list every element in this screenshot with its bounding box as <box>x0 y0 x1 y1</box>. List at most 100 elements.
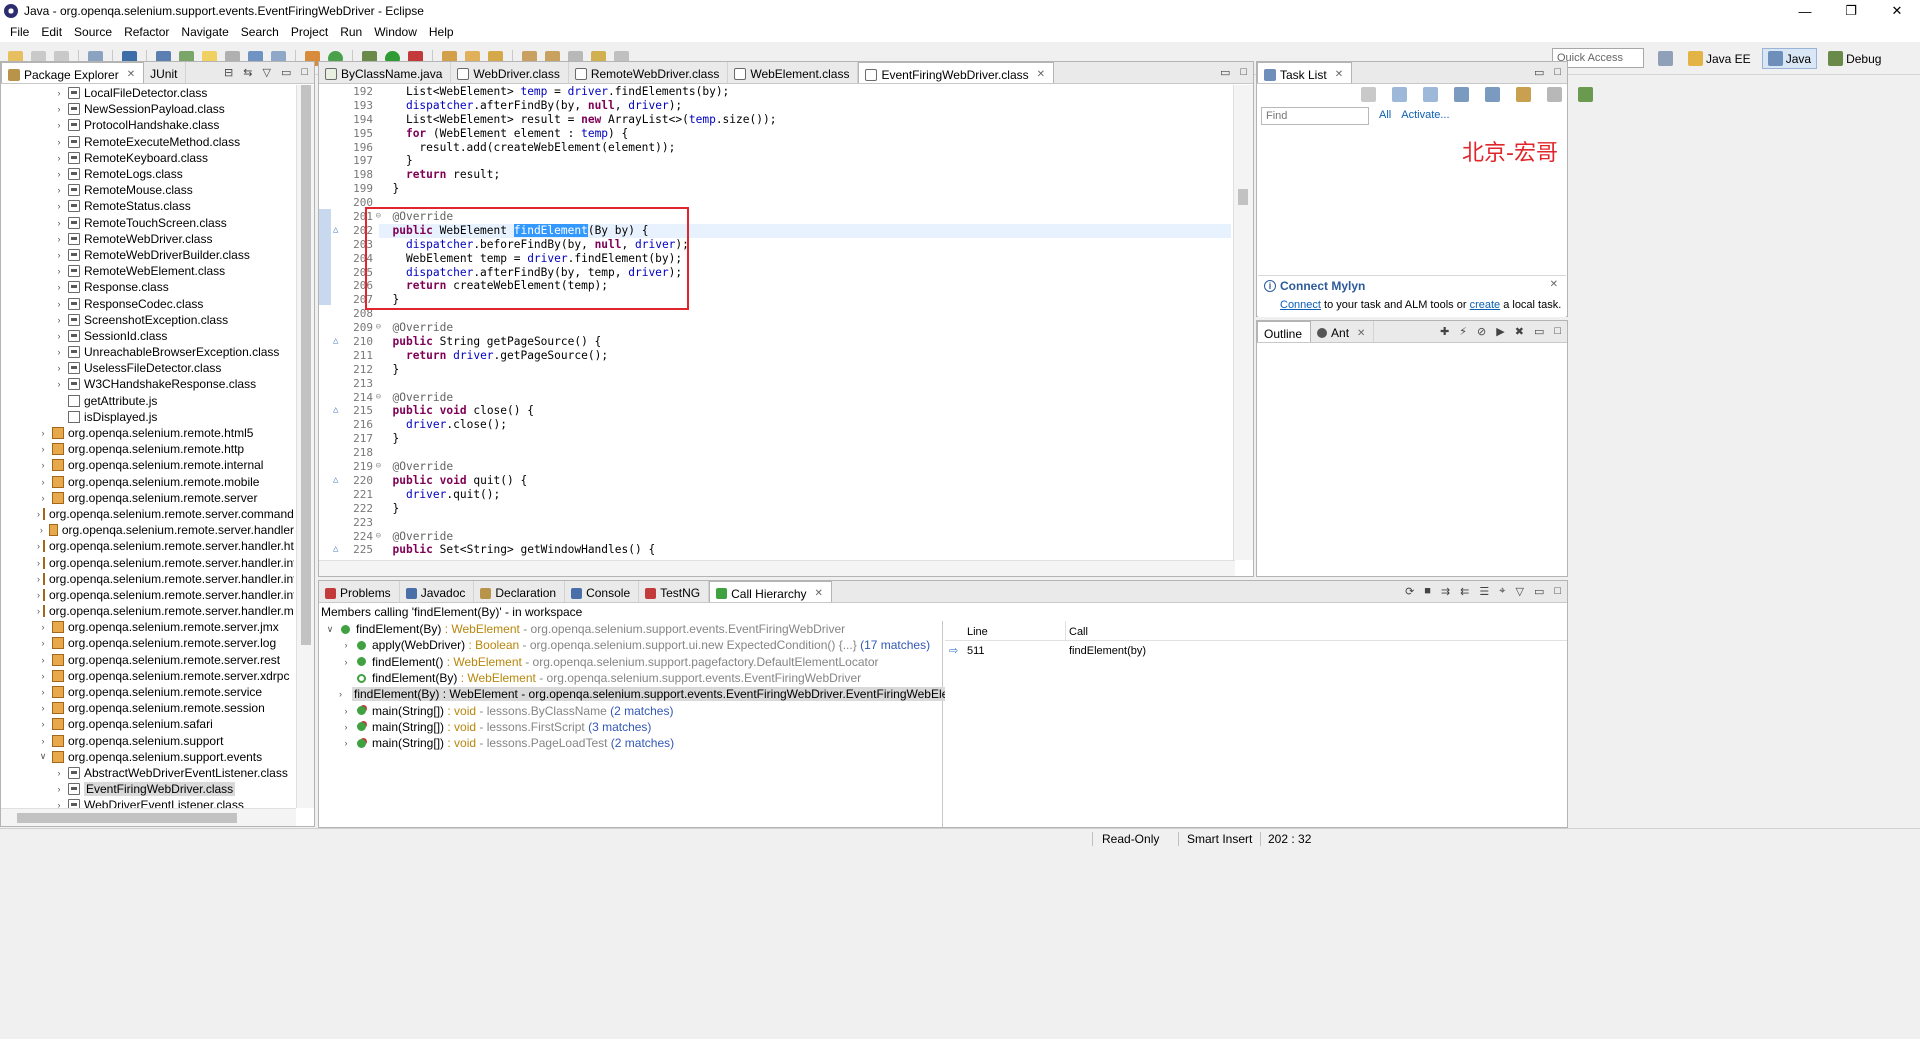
close-icon[interactable]: ✕ <box>1550 279 1558 290</box>
chevron-right-icon[interactable]: › <box>53 169 65 179</box>
code-line[interactable]: result.add(createWebElement(element)); <box>379 141 1231 155</box>
chevron-right-icon[interactable]: › <box>37 493 49 503</box>
editor-tab[interactable]: WebElement.class <box>728 62 859 83</box>
menu-window[interactable]: Window <box>368 25 423 39</box>
editor-scrollbar[interactable] <box>1233 85 1253 560</box>
code-line[interactable]: List<WebElement> temp = driver.findEleme… <box>379 85 1231 99</box>
chevron-right-icon[interactable]: › <box>53 104 65 114</box>
tree-item[interactable]: › org.openqa.selenium.remote.html5 <box>1 425 294 441</box>
editor-tab[interactable]: WebDriver.class <box>451 62 569 83</box>
code-line[interactable]: driver.quit(); <box>379 488 1231 502</box>
add-buildfile-icon[interactable]: ✚ <box>1440 325 1449 338</box>
code-line[interactable]: public WebElement findElement(By by) { <box>379 223 1231 238</box>
menu-run[interactable]: Run <box>334 25 368 39</box>
tree-item[interactable]: › RemoteStatus.class <box>1 198 294 214</box>
bottom-tab[interactable]: Problems <box>319 581 400 602</box>
maximize-view-icon[interactable]: □ <box>1554 585 1561 598</box>
code-line[interactable]: dispatcher.afterFindBy(by, temp, driver)… <box>379 266 1231 280</box>
chevron-right-icon[interactable]: › <box>53 363 65 373</box>
tree-item[interactable]: › org.openqa.selenium.remote.server.xdrpc <box>1 668 294 684</box>
menu-help[interactable]: Help <box>423 25 460 39</box>
tree-item[interactable]: › org.openqa.selenium.remote.server.comma… <box>1 506 294 522</box>
minimize-button[interactable]: — <box>1782 0 1828 22</box>
chevron-right-icon[interactable]: › <box>37 736 49 746</box>
chevron-right-icon[interactable]: › <box>37 558 40 568</box>
line-value[interactable]: 511 <box>967 645 985 657</box>
menu-search[interactable]: Search <box>235 25 285 39</box>
perspective-java[interactable]: Java <box>1761 48 1818 69</box>
tree-item[interactable]: › RemoteLogs.class <box>1 166 294 182</box>
task-find-input[interactable]: Find <box>1261 107 1369 125</box>
code-line[interactable] <box>379 196 1231 210</box>
chevron-right-icon[interactable]: › <box>339 706 353 716</box>
chevron-right-icon[interactable]: › <box>53 331 65 341</box>
code-line[interactable] <box>379 446 1231 460</box>
tab-ant[interactable]: Ant ✕ <box>1311 321 1375 342</box>
tree-item[interactable]: › RemoteKeyboard.class <box>1 150 294 166</box>
code-line[interactable]: dispatcher.afterFindBy(by, null, driver)… <box>379 99 1231 113</box>
code-line[interactable]: @Override <box>379 210 1231 224</box>
chevron-right-icon[interactable]: › <box>37 671 49 681</box>
tree-item[interactable]: › RemoteTouchScreen.class <box>1 215 294 231</box>
chevron-right-icon[interactable]: › <box>53 137 65 147</box>
tree-item[interactable]: › UselessFileDetector.class <box>1 360 294 376</box>
chevron-right-icon[interactable]: › <box>37 687 49 697</box>
call-hierarchy-row[interactable]: › main(String[]) : void - lessons.FirstSc… <box>319 719 942 735</box>
tree-item[interactable]: › org.openqa.selenium.remote.internal <box>1 457 294 473</box>
editor-hscrollbar[interactable] <box>319 560 1235 576</box>
bottom-tab[interactable]: TestNG <box>639 581 710 602</box>
menu-edit[interactable]: Edit <box>35 25 68 39</box>
code-line[interactable]: List<WebElement> result = new ArrayList<… <box>379 113 1231 127</box>
code-editor[interactable]: List<WebElement> temp = driver.findEleme… <box>379 85 1231 560</box>
maximize-button[interactable]: ❐ <box>1828 0 1874 22</box>
collapse-icon[interactable] <box>1547 87 1562 102</box>
call-hierarchy-row[interactable]: › findElement(By) : WebElement - org.open… <box>319 686 977 702</box>
all-link[interactable]: All <box>1379 109 1391 121</box>
tree-item[interactable]: › LocalFileDetector.class <box>1 85 294 101</box>
callee-hierarchy-icon[interactable]: ⇇ <box>1460 585 1469 598</box>
scheduled-icon[interactable] <box>1423 87 1438 102</box>
tree-item[interactable]: › org.openqa.selenium.remote.server.log <box>1 635 294 651</box>
chevron-down-icon[interactable]: ∨ <box>37 751 49 762</box>
code-line[interactable]: } <box>379 154 1231 168</box>
tree-item[interactable]: › W3CHandshakeResponse.class <box>1 376 294 392</box>
chevron-right-icon[interactable]: › <box>37 541 40 551</box>
package-explorer-hscrollbar[interactable] <box>1 808 296 826</box>
tree-item[interactable]: › org.openqa.selenium.remote.server.handl… <box>1 587 294 603</box>
chevron-right-icon[interactable]: › <box>53 120 65 130</box>
connect-link[interactable]: Connect <box>1280 299 1321 311</box>
call-hierarchy-row[interactable]: › apply(WebDriver) : Boolean - org.openqa… <box>319 637 942 653</box>
chevron-right-icon[interactable]: › <box>53 218 65 228</box>
tree-item[interactable]: › RemoteWebElement.class <box>1 263 294 279</box>
tab-package-explorer[interactable]: Package Explorer ✕ <box>1 62 145 83</box>
minimize-view-icon[interactable]: ▭ <box>1534 585 1544 598</box>
bottom-tab[interactable]: Console <box>565 581 640 602</box>
chevron-right-icon[interactable]: › <box>37 477 49 487</box>
code-line[interactable]: return result; <box>379 168 1231 182</box>
bottom-tab[interactable]: Call Hierarchy ✕ <box>709 581 832 602</box>
menu-file[interactable]: File <box>4 25 35 39</box>
cancel-search-icon[interactable]: ■ <box>1424 585 1431 598</box>
maximize-view-icon[interactable]: □ <box>1240 66 1247 79</box>
tab-task-list[interactable]: Task List ✕ <box>1257 62 1353 83</box>
tab-junit[interactable]: JUnit <box>144 62 187 83</box>
chevron-right-icon[interactable]: › <box>53 201 65 211</box>
call-hierarchy-row[interactable]: › main(String[]) : void - lessons.ByClass… <box>319 702 942 718</box>
chevron-right-icon[interactable]: › <box>53 800 65 808</box>
menu-navigate[interactable]: Navigate <box>175 25 234 39</box>
remove-icon[interactable]: ✖ <box>1515 325 1524 338</box>
refresh-icon[interactable]: ⟳ <box>1405 585 1414 598</box>
hide-completed-icon[interactable] <box>1485 87 1500 102</box>
chevron-right-icon[interactable]: › <box>53 88 65 98</box>
close-icon[interactable]: ✕ <box>815 588 823 599</box>
caller-hierarchy-icon[interactable]: ⇉ <box>1441 585 1450 598</box>
tree-item[interactable]: › org.openqa.selenium.remote.mobile <box>1 474 294 490</box>
code-line[interactable]: } <box>379 432 1231 446</box>
tree-item[interactable]: › org.openqa.selenium.remote.server.handl… <box>1 603 294 619</box>
tree-item[interactable]: › ResponseCodec.class <box>1 295 294 311</box>
tree-item[interactable]: › org.openqa.selenium.support <box>1 733 294 749</box>
code-line[interactable]: @Override <box>379 391 1231 405</box>
chevron-right-icon[interactable]: › <box>37 638 49 648</box>
code-line[interactable]: } <box>379 502 1231 516</box>
tree-item[interactable]: › RemoteExecuteMethod.class <box>1 134 294 150</box>
